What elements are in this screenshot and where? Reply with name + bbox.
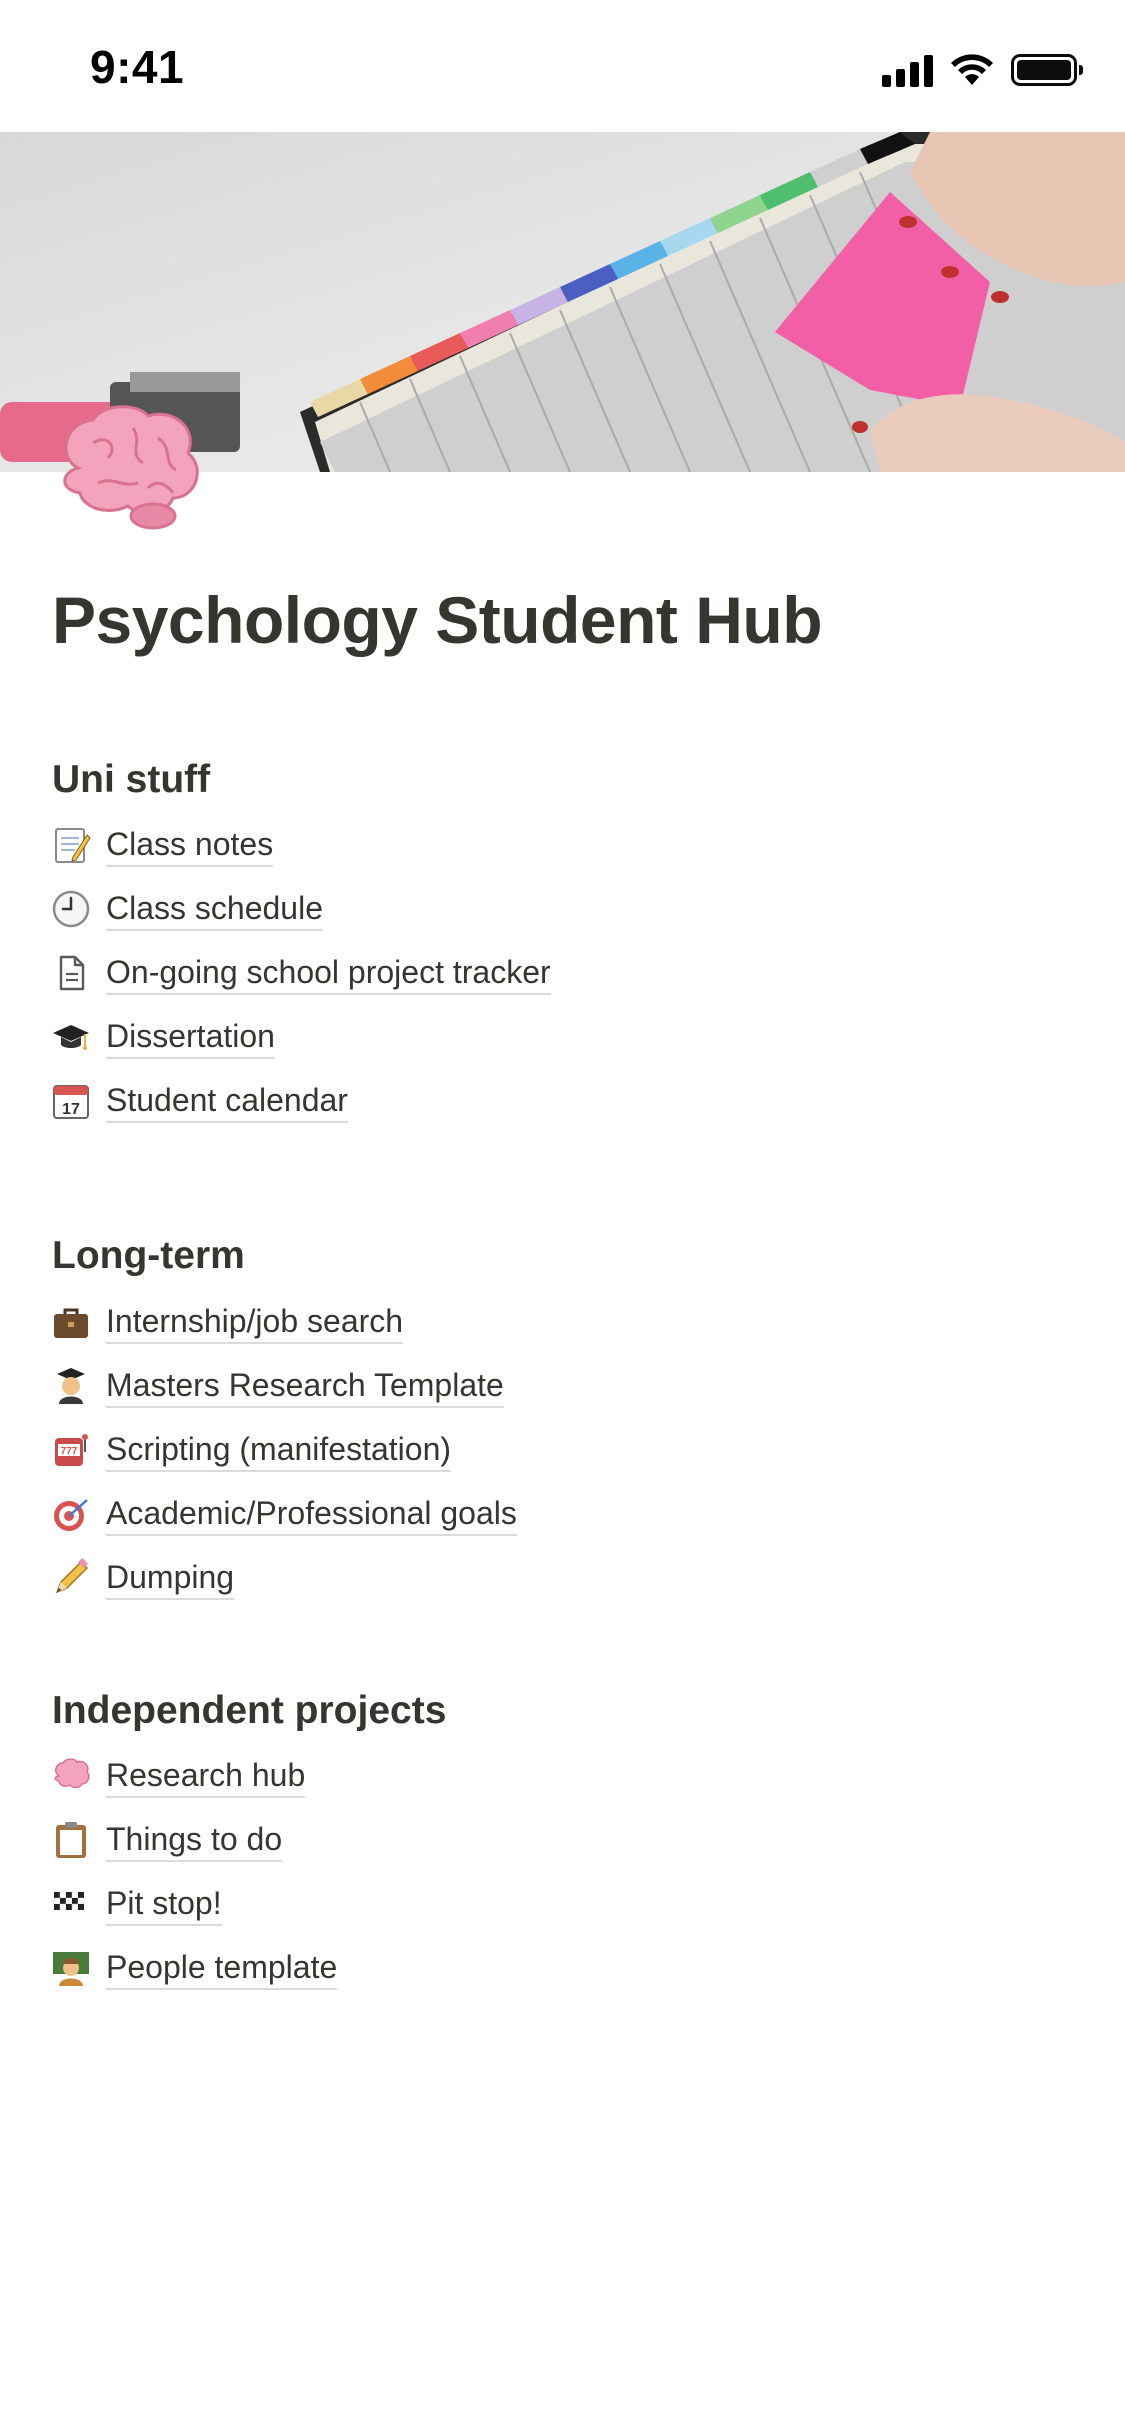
- page-link-label: Pit stop!: [106, 1883, 222, 1926]
- page-link-label: Class schedule: [106, 888, 323, 931]
- section-heading-long-term: Long-term: [52, 1234, 245, 1277]
- briefcase-icon: [50, 1301, 92, 1343]
- page-link-student-calendar[interactable]: 17 Student calendar: [50, 1075, 348, 1127]
- wifi-icon: [951, 54, 993, 85]
- page-link-label: Masters Research Template: [106, 1365, 504, 1408]
- page-link-pit-stop[interactable]: Pit stop!: [50, 1878, 222, 1930]
- clipboard-icon: [50, 1819, 92, 1861]
- page-link-dumping[interactable]: Dumping: [50, 1552, 235, 1604]
- page-link-label: Class notes: [106, 824, 274, 867]
- calendar-icon: 17: [50, 1080, 92, 1122]
- svg-text:777: 777: [61, 1446, 78, 1457]
- page-link-label: Internship/job search: [106, 1301, 404, 1344]
- page-link-label: Academic/Professional goals: [106, 1493, 517, 1536]
- page-link-label: Things to do: [106, 1819, 283, 1862]
- page-link-school-project-tracker[interactable]: On-going school project tracker: [50, 947, 551, 999]
- student-icon: [50, 1365, 92, 1407]
- page-link-label: Scripting (manifestation): [106, 1429, 452, 1472]
- target-icon: [50, 1493, 92, 1535]
- page-link-masters-research-template[interactable]: Masters Research Template: [50, 1360, 504, 1412]
- page-link-label: Dumping: [106, 1557, 235, 1600]
- page-link-label: Dissertation: [106, 1016, 275, 1059]
- page-link-class-schedule[interactable]: Class schedule: [50, 883, 323, 935]
- page-link-research-hub[interactable]: Research hub: [50, 1750, 306, 1802]
- page-link-label: On-going school project tracker: [106, 952, 551, 995]
- page-link-academic-professional-goals[interactable]: Academic/Professional goals: [50, 1488, 517, 1540]
- brain-icon: [50, 1755, 92, 1797]
- page-link-scripting-manifestation[interactable]: 777 Scripting (manifestation): [50, 1424, 452, 1476]
- page-link-label: People template: [106, 1947, 338, 1990]
- page-link-dissertation[interactable]: Dissertation: [50, 1011, 275, 1063]
- cellular-signal-icon: [882, 53, 933, 87]
- memo-icon: [50, 824, 92, 866]
- graduation-cap-icon: [50, 1016, 92, 1058]
- page-title[interactable]: Psychology Student Hub: [52, 582, 823, 658]
- teacher-icon: [50, 1947, 92, 1989]
- page-link-class-notes[interactable]: Class notes: [50, 819, 274, 871]
- page-link-things-to-do[interactable]: Things to do: [50, 1814, 283, 1866]
- section-heading-uni-stuff: Uni stuff: [52, 758, 211, 801]
- svg-text:17: 17: [62, 1101, 80, 1118]
- battery-icon: [1011, 54, 1083, 86]
- page-link-internship-job-search[interactable]: Internship/job search: [50, 1296, 404, 1348]
- pencil-icon: [50, 1557, 92, 1599]
- status-time: 9:41: [90, 41, 185, 93]
- slot-machine-icon: 777: [50, 1429, 92, 1471]
- page-link-label: Research hub: [106, 1755, 306, 1798]
- checkered-flag-icon: [50, 1883, 92, 1925]
- clock-icon: [50, 888, 92, 930]
- status-icons: [882, 50, 1083, 90]
- status-bar: 9:41: [0, 0, 1125, 132]
- section-heading-independent-projects: Independent projects: [52, 1689, 447, 1732]
- brain-icon[interactable]: [48, 398, 208, 538]
- page-link-people-template[interactable]: People template: [50, 1942, 338, 1994]
- document-icon: [50, 952, 92, 994]
- page-link-label: Student calendar: [106, 1080, 348, 1123]
